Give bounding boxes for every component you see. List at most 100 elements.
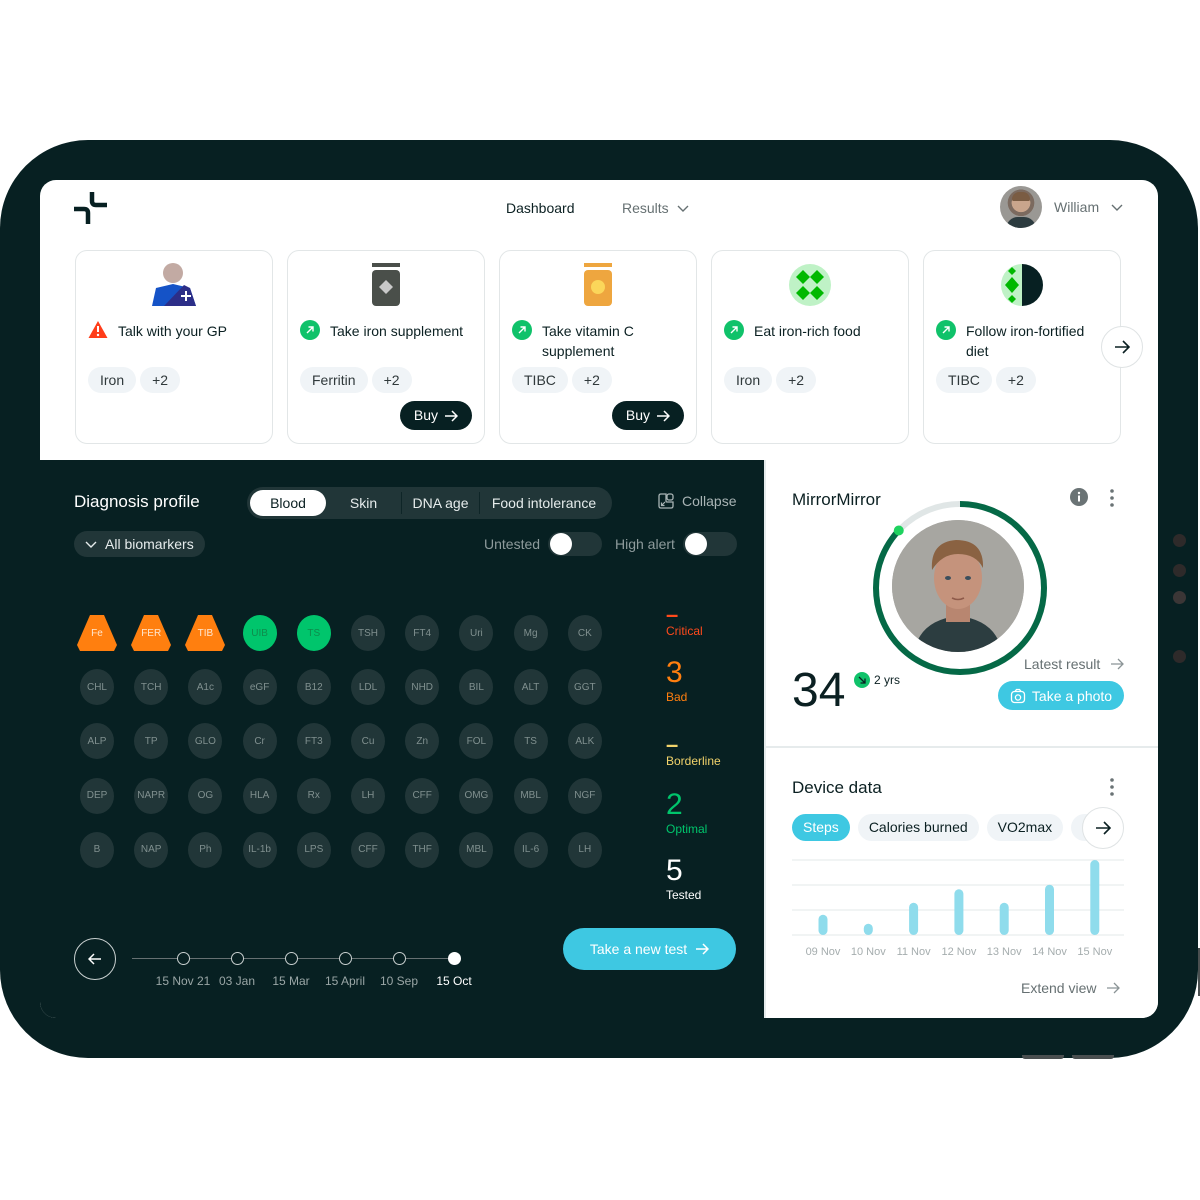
timeline-date[interactable]: 15 April (325, 974, 365, 988)
chip[interactable]: Iron (724, 367, 773, 393)
nav-results[interactable]: Results (622, 200, 689, 216)
biomarker-untested[interactable]: IL-1b (242, 831, 277, 868)
buy-button[interactable]: Buy (611, 401, 684, 430)
timeline-point[interactable] (447, 952, 461, 965)
biomarker-untested[interactable]: HLA (242, 777, 277, 814)
cards-next-button[interactable] (1101, 326, 1143, 368)
biomarker-untested[interactable]: NHD (405, 669, 440, 706)
biomarker-untested[interactable]: MBL (513, 777, 548, 814)
biomarker-untested[interactable]: LH (567, 831, 602, 868)
biomarker-untested[interactable]: LDL (351, 669, 385, 706)
chip-more[interactable]: +2 (371, 367, 412, 393)
biomarker-untested[interactable]: Ph (188, 831, 223, 868)
biomarker-untested[interactable]: FT4 (405, 615, 440, 651)
timeline-date[interactable]: 15 Nov 21 (156, 974, 211, 988)
biomarker-untested[interactable]: TSH (351, 615, 385, 651)
biomarker-untested[interactable]: Uri (459, 615, 494, 651)
biomarker-optimal[interactable]: TS (296, 615, 331, 651)
tab-vo2max[interactable]: VO2max (986, 814, 1064, 841)
biomarker-untested[interactable]: NAPR (134, 777, 169, 814)
tab-steps[interactable]: Steps (792, 814, 850, 841)
biomarker-untested[interactable]: GLO (188, 723, 223, 760)
biomarker-untested[interactable]: GGT (567, 669, 602, 706)
untested-toggle[interactable] (548, 532, 603, 556)
extend-view-link[interactable]: Extend view (1021, 980, 1121, 996)
chip-more[interactable]: +2 (776, 367, 817, 393)
timeline-point[interactable] (284, 952, 298, 965)
biomarker-untested[interactable]: FOL (459, 723, 494, 760)
high-alert-toggle[interactable] (682, 532, 737, 556)
biomarker-bad[interactable]: TIB (185, 615, 226, 651)
chip-more[interactable]: +2 (995, 367, 1036, 393)
latest-result-link[interactable]: Latest result (1024, 656, 1125, 672)
recommendation-card[interactable]: Take vitamin C supplement TIBC +2 Buy (499, 250, 697, 444)
biomarker-untested[interactable]: BIL (459, 669, 494, 706)
take-photo-button[interactable]: Take a photo (998, 681, 1124, 710)
timeline-back-button[interactable] (74, 938, 116, 980)
biomarker-untested[interactable]: CFF (351, 831, 385, 868)
device-tabs-next-button[interactable] (1082, 807, 1124, 849)
biomarker-untested[interactable]: B (80, 831, 114, 868)
biomarker-untested[interactable]: LH (351, 777, 385, 814)
user-menu[interactable]: William (1000, 186, 1123, 228)
collapse-button[interactable]: Collapse (658, 493, 736, 509)
biomarker-untested[interactable]: CFF (405, 777, 440, 814)
recommendation-card[interactable]: Follow iron-fortified diet TIBC +2 (923, 250, 1121, 444)
timeline-point[interactable] (392, 952, 406, 965)
biomarker-untested[interactable]: TCH (134, 669, 169, 706)
tab-calories-burned[interactable]: Calories burned (857, 814, 979, 841)
biomarker-untested[interactable]: TP (134, 723, 169, 760)
biomarker-untested[interactable]: eGF (242, 669, 277, 706)
biomarker-untested[interactable]: A1c (188, 669, 223, 706)
biomarker-untested[interactable]: Mg (513, 615, 548, 651)
biomarker-untested[interactable]: LPS (296, 831, 331, 868)
take-new-test-button[interactable]: Take a new test (563, 928, 736, 970)
recommendation-card[interactable]: Talk with your GP Iron +2 (75, 250, 273, 444)
timeline-point[interactable] (338, 952, 352, 965)
chip[interactable]: TIBC (936, 367, 992, 393)
more-options-icon[interactable] (1110, 489, 1114, 507)
biomarker-untested[interactable]: NGF (567, 777, 602, 814)
timeline-point[interactable] (230, 952, 244, 965)
chip[interactable]: Ferritin (300, 367, 368, 393)
biomarker-untested[interactable]: THF (405, 831, 440, 868)
timeline-date[interactable]: 15 Mar (272, 974, 309, 988)
recommendation-card[interactable]: Eat iron-rich food Iron +2 (711, 250, 909, 444)
tab-food-intolerance[interactable]: Food intolerance (480, 490, 608, 516)
biomarker-untested[interactable]: NAP (134, 831, 169, 868)
recommendation-card[interactable]: Take iron supplement Ferritin +2 Buy (287, 250, 485, 444)
biomarker-untested[interactable]: OG (188, 777, 223, 814)
biomarker-optimal[interactable]: UIB (242, 615, 277, 651)
biomarker-untested[interactable]: CHL (80, 669, 114, 706)
biomarker-untested[interactable]: TS (513, 723, 548, 760)
biomarker-untested[interactable]: FT3 (296, 723, 331, 760)
biomarker-untested[interactable]: Cu (351, 723, 385, 760)
more-options-icon[interactable] (1110, 778, 1114, 796)
biomarker-filter-dropdown[interactable]: All biomarkers (74, 531, 205, 557)
chip-more[interactable]: +2 (571, 367, 612, 393)
biomarker-bad[interactable]: FER (131, 615, 172, 651)
biomarker-untested[interactable]: MBL (459, 831, 494, 868)
tab-blood[interactable]: Blood (250, 490, 326, 516)
info-icon[interactable] (1070, 488, 1088, 506)
timeline-date[interactable]: 10 Sep (380, 974, 418, 988)
biomarker-untested[interactable]: ALK (567, 723, 602, 760)
timeline-point[interactable] (176, 952, 190, 965)
biomarker-untested[interactable]: DEP (80, 777, 114, 814)
timeline-date[interactable]: 03 Jan (219, 974, 255, 988)
tab-dna-age[interactable]: DNA age (402, 490, 479, 516)
chip[interactable]: Iron (88, 367, 137, 393)
tab-skin[interactable]: Skin (326, 490, 401, 516)
chip[interactable]: TIBC (512, 367, 568, 393)
biomarker-untested[interactable]: ALP (80, 723, 114, 760)
biomarker-untested[interactable]: OMG (459, 777, 494, 814)
biomarker-untested[interactable]: Zn (405, 723, 440, 760)
biomarker-untested[interactable]: IL-6 (513, 831, 548, 868)
biomarker-bad[interactable]: Fe (77, 615, 117, 651)
biomarker-untested[interactable]: ALT (513, 669, 548, 706)
buy-button[interactable]: Buy (399, 401, 472, 430)
biomarker-untested[interactable]: CK (567, 615, 602, 651)
chip-more[interactable]: +2 (140, 367, 181, 393)
biomarker-untested[interactable]: Rx (296, 777, 331, 814)
biomarker-untested[interactable]: B12 (296, 669, 331, 706)
